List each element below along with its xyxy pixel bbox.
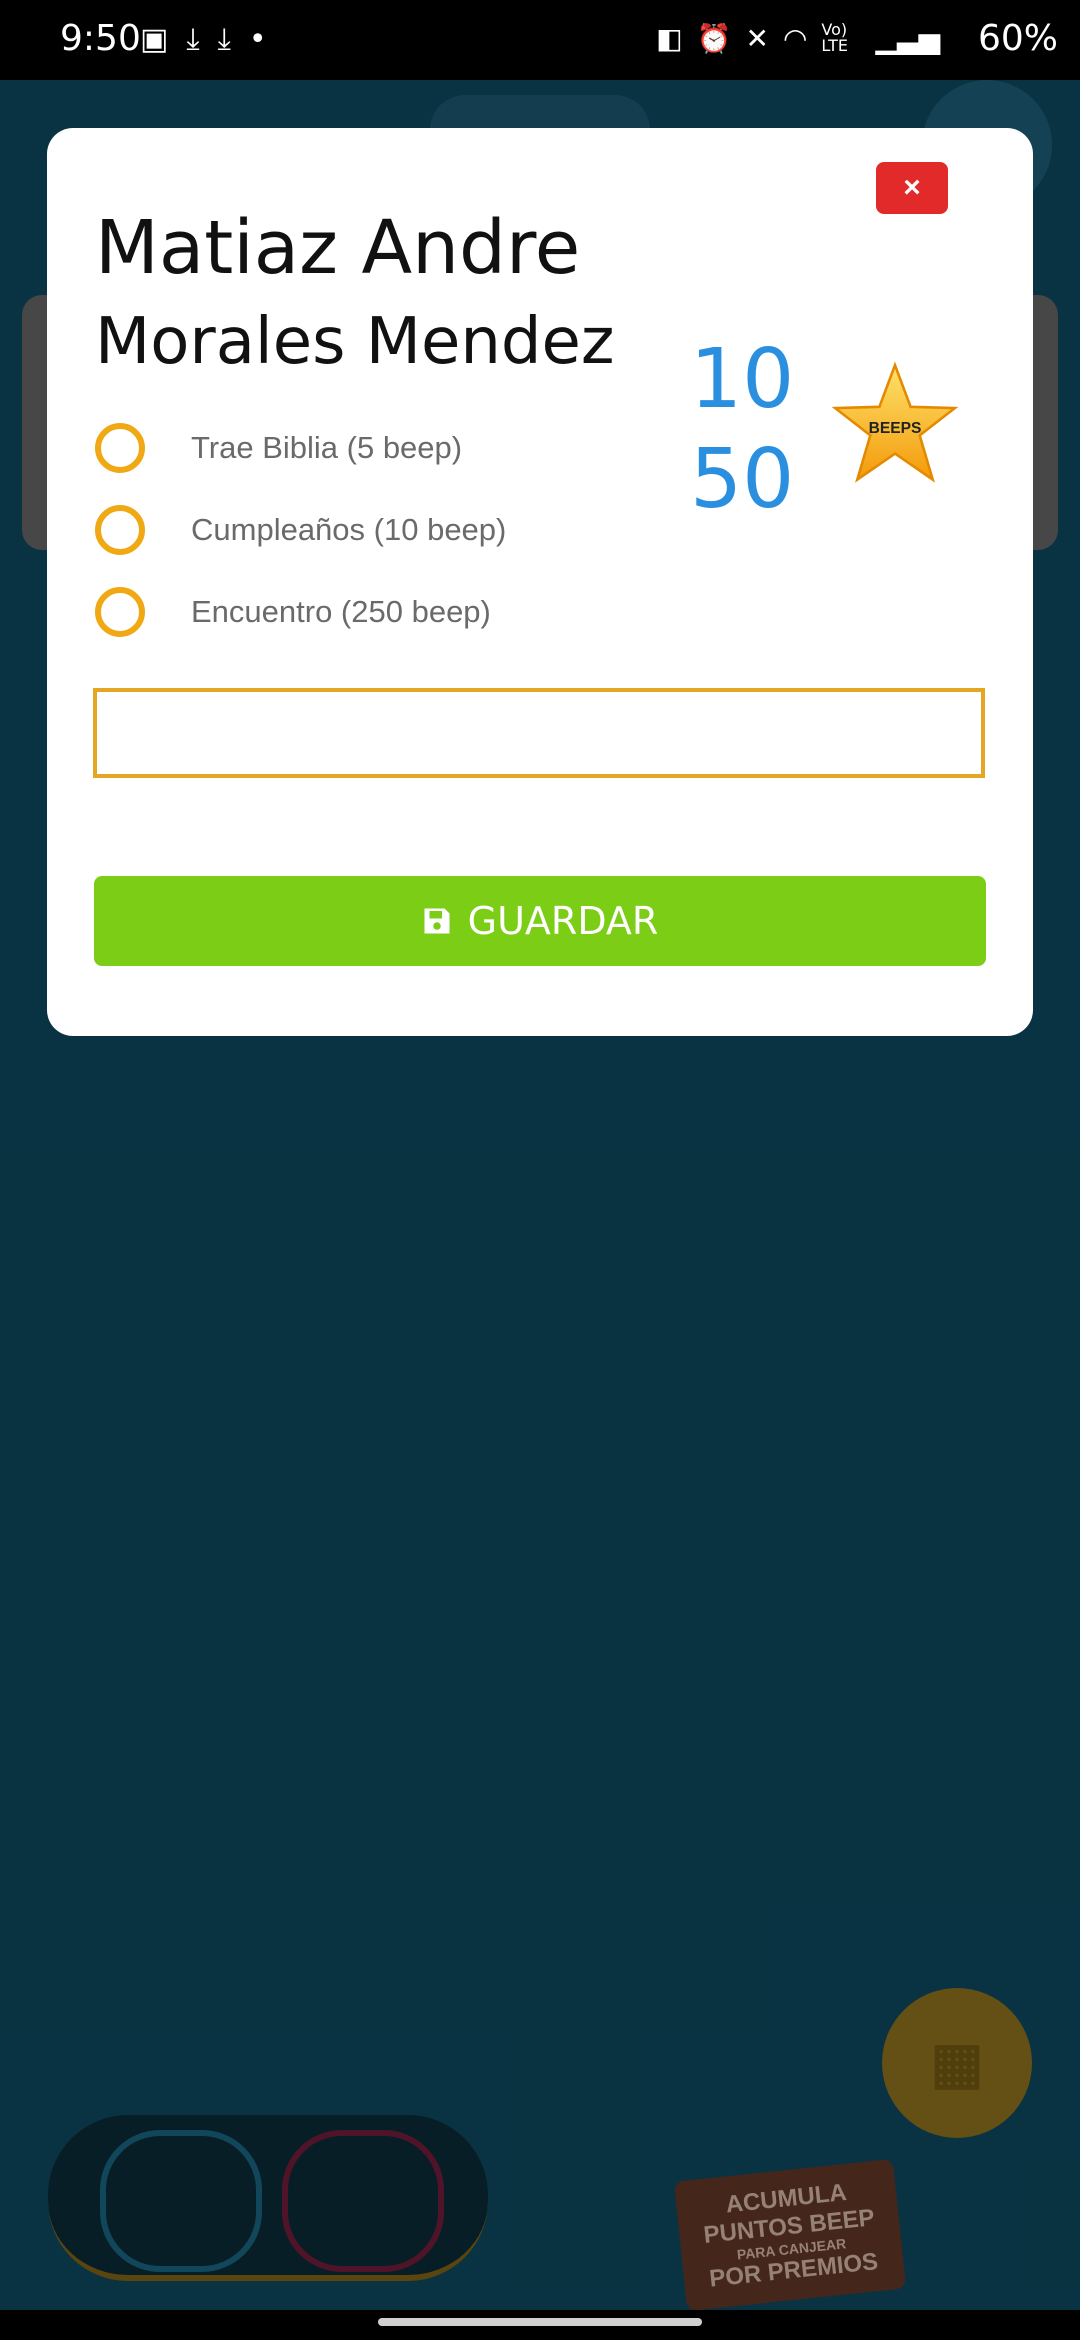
- student-name-last: Morales Mendez: [95, 305, 615, 379]
- points-total: 1050: [690, 332, 795, 527]
- option-encuentro[interactable]: Encuentro (250 beep): [95, 582, 491, 642]
- option-label: Trae Biblia (5 beep): [191, 430, 463, 465]
- nfc-icon: ◧: [656, 22, 683, 55]
- battery-level: 60%: [977, 18, 1058, 59]
- radio-button[interactable]: [95, 505, 145, 555]
- radio-button[interactable]: [95, 587, 145, 637]
- beeps-star-icon: BEEPS: [831, 361, 959, 483]
- wifi-icon: ◠: [782, 22, 808, 55]
- option-trae-biblia[interactable]: Trae Biblia (5 beep): [95, 418, 462, 478]
- notification-icons: ▣ ⤓ ⤓ •: [140, 22, 267, 57]
- option-label: Encuentro (250 beep): [191, 594, 491, 629]
- option-label: Cumpleaños (10 beep): [191, 512, 507, 547]
- signal-icon: ▁▃▅: [875, 22, 940, 55]
- beeps-star-label: BEEPS: [869, 420, 922, 437]
- system-icons: ◧ ⏰ ✕ ◠ Vo) LTE ▁▃▅: [656, 20, 940, 56]
- radio-button[interactable]: [95, 423, 145, 473]
- student-name-first: Matiaz Andre: [95, 205, 581, 291]
- save-icon: [424, 908, 450, 934]
- notes-input[interactable]: [93, 688, 985, 778]
- status-bar: 9:50 ▣ ⤓ ⤓ • ◧ ⏰ ✕ ◠ Vo) LTE ▁▃▅ 60%: [0, 0, 1080, 80]
- option-cumpleanos[interactable]: Cumpleaños (10 beep): [95, 500, 506, 560]
- dot-icon: •: [248, 22, 267, 57]
- mute-icon: ✕: [745, 22, 769, 55]
- alarm-icon: ⏰: [696, 22, 732, 55]
- volte-icon: Vo) LTE: [821, 20, 848, 55]
- status-time: 9:50: [60, 18, 141, 59]
- close-icon: ×: [903, 171, 921, 204]
- image-icon: ▣: [140, 22, 169, 57]
- save-button-label: GUARDAR: [467, 899, 659, 943]
- download-icon: ⤓: [217, 22, 231, 57]
- download-icon: ⤓: [186, 22, 200, 57]
- home-gesture-handle[interactable]: [378, 2318, 702, 2326]
- save-button[interactable]: GUARDAR: [94, 876, 986, 966]
- close-button[interactable]: ×: [876, 162, 948, 214]
